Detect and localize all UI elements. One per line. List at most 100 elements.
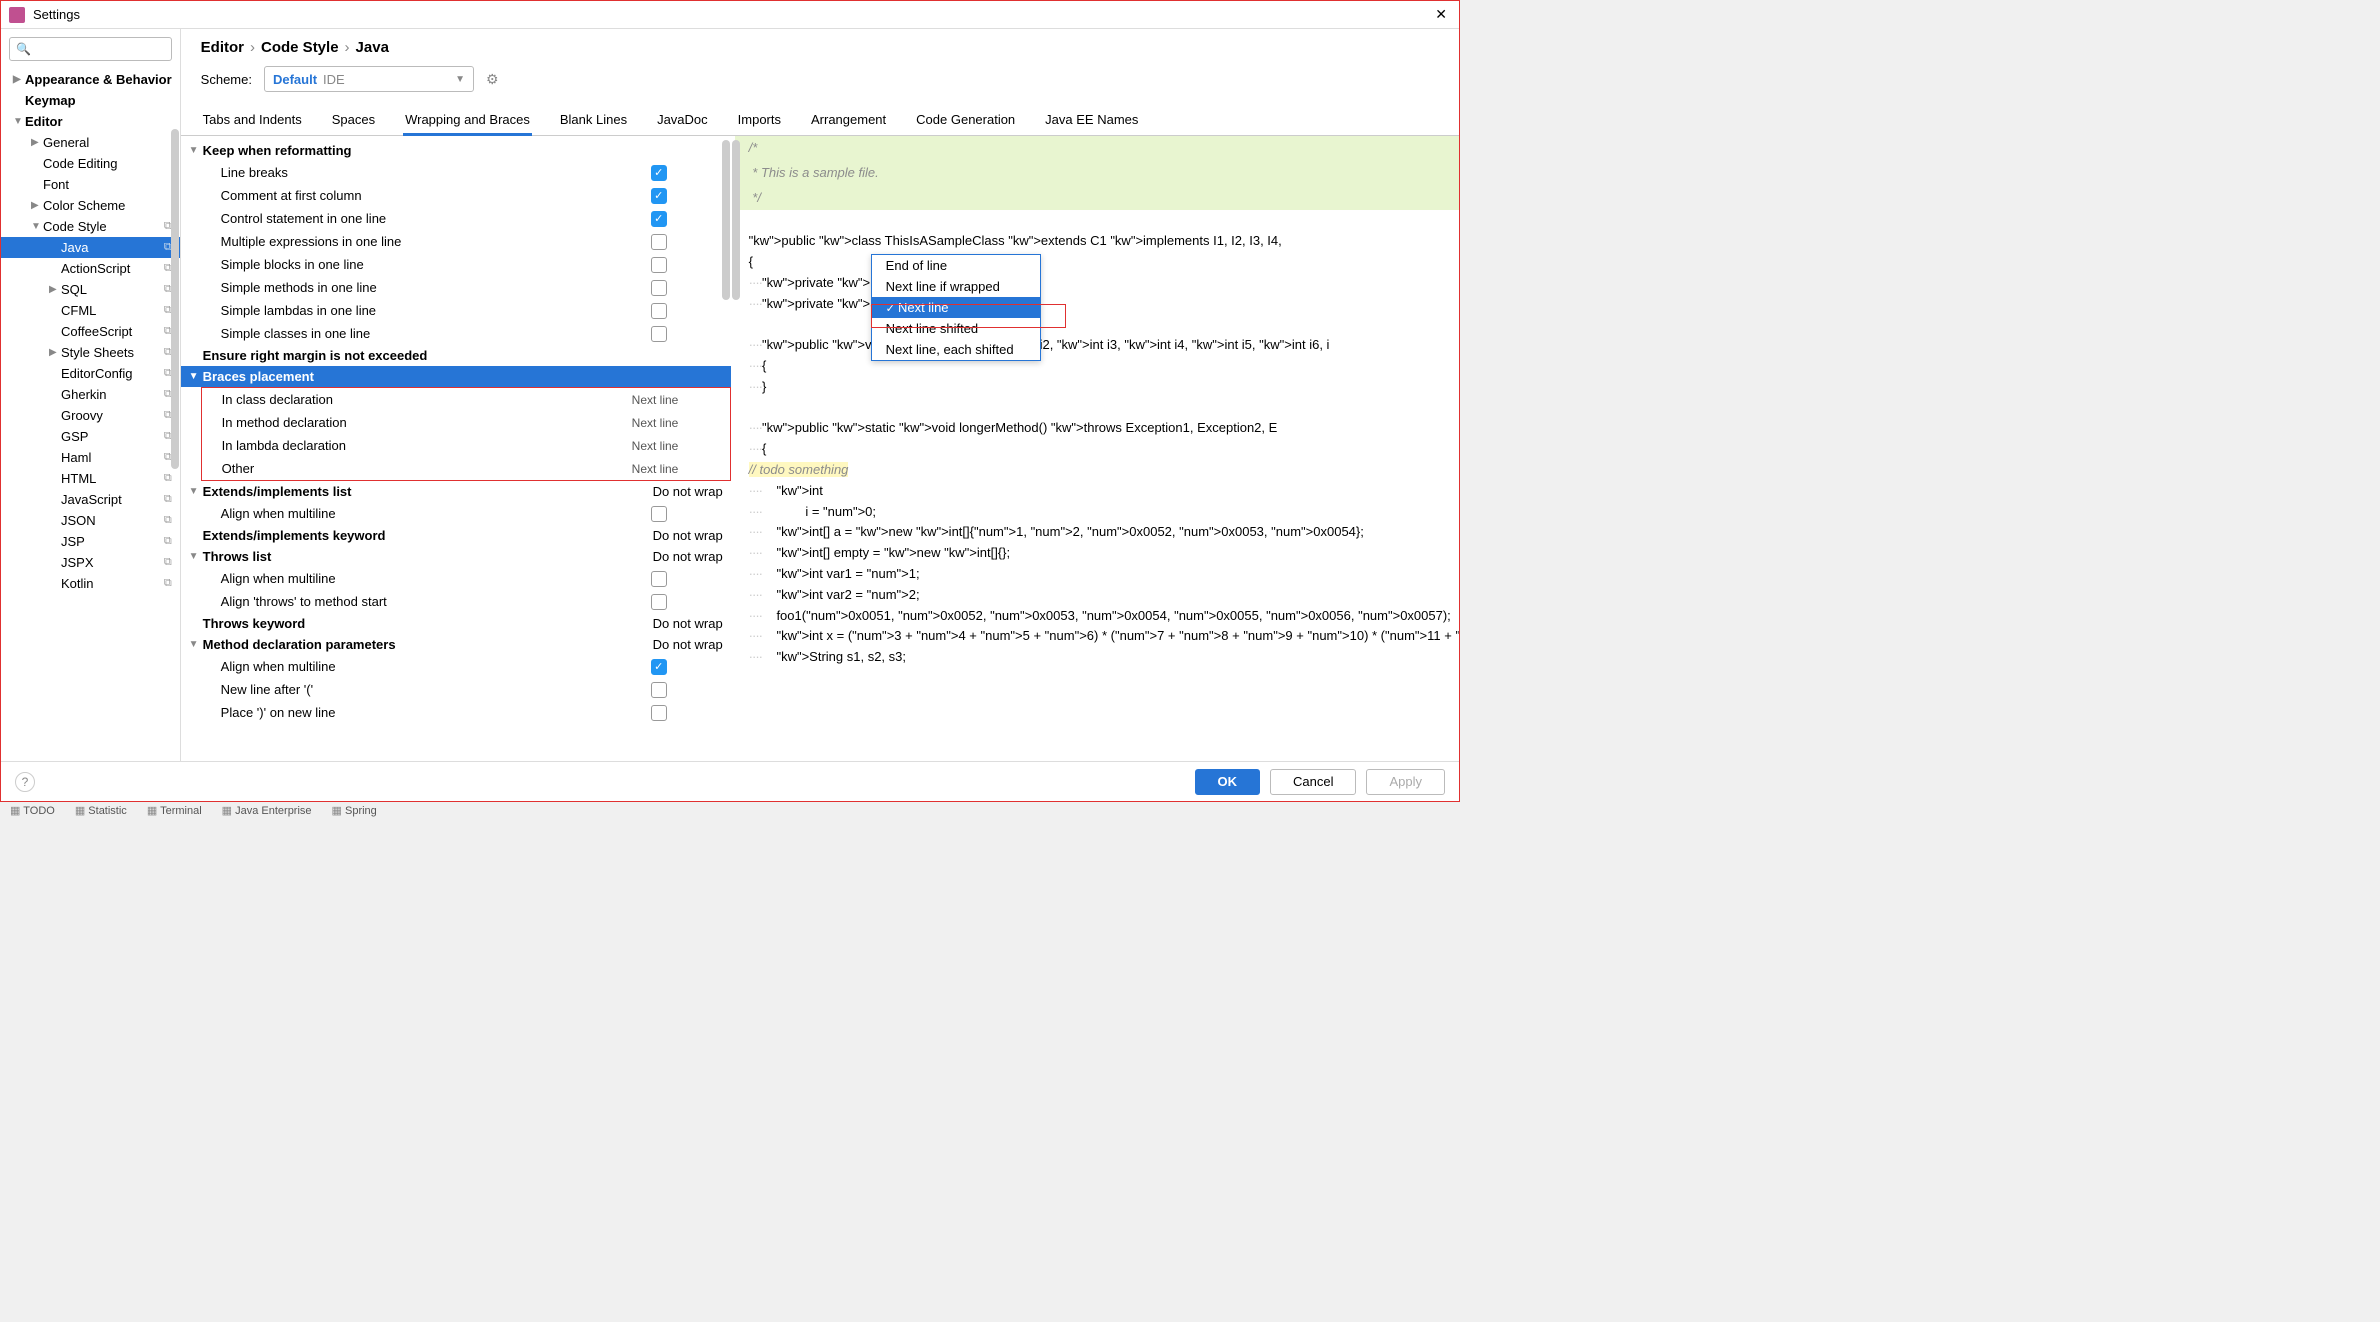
- apply-button[interactable]: Apply: [1366, 769, 1445, 795]
- toolwindow-button[interactable]: TODO: [10, 804, 55, 817]
- checkbox[interactable]: [651, 682, 667, 698]
- gear-icon[interactable]: ⚙: [486, 71, 499, 88]
- search-input[interactable]: 🔍: [9, 37, 172, 61]
- checkbox[interactable]: [651, 303, 667, 319]
- option-header[interactable]: ▼Braces placement: [181, 366, 731, 387]
- option-header[interactable]: Ensure right margin is not exceeded: [181, 345, 731, 366]
- option-checkbox-row[interactable]: Align when multiline: [181, 567, 731, 590]
- checkbox[interactable]: [651, 280, 667, 296]
- option-checkbox-row[interactable]: Simple blocks in one line: [181, 253, 731, 276]
- sidebar-item[interactable]: Java⧉: [1, 237, 180, 258]
- option-checkbox-row[interactable]: Comment at first column✓: [181, 184, 731, 207]
- option-value-row[interactable]: In method declarationNext line: [202, 411, 730, 434]
- toolwindow-button[interactable]: Terminal: [147, 804, 202, 817]
- tab[interactable]: JavaDoc: [655, 106, 710, 135]
- sidebar-item[interactable]: Gherkin⧉: [1, 384, 180, 405]
- sidebar-item[interactable]: CFML⧉: [1, 300, 180, 321]
- checkbox[interactable]: [651, 594, 667, 610]
- scrollbar[interactable]: [732, 140, 740, 300]
- sidebar-item[interactable]: CoffeeScript⧉: [1, 321, 180, 342]
- option-header[interactable]: Extends/implements keywordDo not wrap: [181, 525, 731, 546]
- checkbox[interactable]: [651, 326, 667, 342]
- checkbox[interactable]: ✓: [651, 659, 667, 675]
- help-icon[interactable]: ?: [15, 772, 35, 792]
- sidebar-item[interactable]: Font: [1, 174, 180, 195]
- sidebar-item[interactable]: Keymap: [1, 90, 180, 111]
- sidebar-item[interactable]: ActionScript⧉: [1, 258, 180, 279]
- options-panel[interactable]: ▼Keep when reformattingLine breaks✓Comme…: [181, 136, 731, 761]
- checkbox[interactable]: [651, 705, 667, 721]
- option-header[interactable]: ▼Method declaration parametersDo not wra…: [181, 634, 731, 655]
- cancel-button[interactable]: Cancel: [1270, 769, 1356, 795]
- option-header[interactable]: Throws keywordDo not wrap: [181, 613, 731, 634]
- sidebar-item[interactable]: JSP⧉: [1, 531, 180, 552]
- sidebar-item[interactable]: JSPX⧉: [1, 552, 180, 573]
- toolwindow-button[interactable]: Spring: [332, 804, 377, 817]
- scheme-select[interactable]: Default IDE ▼: [264, 66, 474, 92]
- settings-tree[interactable]: ▶Appearance & BehaviorKeymap▼Editor▶Gene…: [1, 69, 180, 761]
- tab[interactable]: Java EE Names: [1043, 106, 1140, 135]
- checkbox[interactable]: ✓: [651, 211, 667, 227]
- checkbox[interactable]: ✓: [651, 188, 667, 204]
- sidebar-item[interactable]: Kotlin⧉: [1, 573, 180, 594]
- popup-item[interactable]: End of line: [872, 255, 1040, 276]
- sidebar-item[interactable]: ▶Appearance & Behavior: [1, 69, 180, 90]
- code-line: ····"kw">private "kw">String field2 = ""…: [735, 294, 1460, 315]
- sidebar-item[interactable]: ▼Editor: [1, 111, 180, 132]
- sidebar-item[interactable]: JavaScript⧉: [1, 489, 180, 510]
- option-value-row[interactable]: In class declarationNext line: [202, 388, 730, 411]
- option-checkbox-row[interactable]: Simple classes in one line: [181, 322, 731, 345]
- tab[interactable]: Tabs and Indents: [201, 106, 304, 135]
- popup-item[interactable]: Next line, each shifted: [872, 339, 1040, 360]
- tab[interactable]: Wrapping and Braces: [403, 106, 532, 135]
- tab[interactable]: Arrangement: [809, 106, 888, 135]
- tab[interactable]: Spaces: [330, 106, 377, 135]
- ok-button[interactable]: OK: [1195, 769, 1261, 795]
- toolwindow-button[interactable]: Java Enterprise: [222, 804, 312, 817]
- checkbox[interactable]: ✓: [651, 165, 667, 181]
- option-checkbox-row[interactable]: Multiple expressions in one line: [181, 230, 731, 253]
- scrollbar[interactable]: [171, 129, 179, 469]
- scrollbar[interactable]: [722, 140, 730, 300]
- tab[interactable]: Imports: [736, 106, 783, 135]
- sidebar-item[interactable]: ▶Color Scheme: [1, 195, 180, 216]
- option-value-row[interactable]: In lambda declarationNext line: [202, 434, 730, 457]
- popup-item[interactable]: Next line shifted: [872, 318, 1040, 339]
- checkbox[interactable]: [651, 234, 667, 250]
- tab[interactable]: Code Generation: [914, 106, 1017, 135]
- checkbox[interactable]: [651, 506, 667, 522]
- sidebar-item[interactable]: ▼Code Style⧉: [1, 216, 180, 237]
- sidebar-item[interactable]: Groovy⧉: [1, 405, 180, 426]
- popup-item[interactable]: Next line: [872, 297, 1040, 318]
- tab[interactable]: Blank Lines: [558, 106, 629, 135]
- sidebar-item[interactable]: ▶General: [1, 132, 180, 153]
- sidebar-item[interactable]: ▶SQL⧉: [1, 279, 180, 300]
- option-header[interactable]: ▼Extends/implements listDo not wrap: [181, 481, 731, 502]
- sidebar-item[interactable]: GSP⧉: [1, 426, 180, 447]
- option-header[interactable]: ▼Keep when reformatting: [181, 140, 731, 161]
- toolwindow-button[interactable]: Statistic: [75, 804, 127, 817]
- option-checkbox-row[interactable]: Simple lambdas in one line: [181, 299, 731, 322]
- close-icon[interactable]: ✕: [1431, 6, 1451, 23]
- checkbox[interactable]: [651, 571, 667, 587]
- braces-popup[interactable]: End of lineNext line if wrappedNext line…: [871, 254, 1041, 361]
- sidebar-item[interactable]: EditorConfig⧉: [1, 363, 180, 384]
- option-checkbox-row[interactable]: Simple methods in one line: [181, 276, 731, 299]
- popup-item[interactable]: Next line if wrapped: [872, 276, 1040, 297]
- sidebar-item[interactable]: HTML⧉: [1, 468, 180, 489]
- option-checkbox-row[interactable]: Align when multiline: [181, 502, 731, 525]
- option-value-row[interactable]: OtherNext line: [202, 457, 730, 480]
- sidebar-item[interactable]: Code Editing: [1, 153, 180, 174]
- checkbox[interactable]: [651, 257, 667, 273]
- sidebar-item[interactable]: JSON⧉: [1, 510, 180, 531]
- sidebar-item[interactable]: ▶Style Sheets⧉: [1, 342, 180, 363]
- code-line: ····"kw">public "kw">void foo1("kw">int …: [735, 335, 1460, 356]
- sidebar-item[interactable]: Haml⧉: [1, 447, 180, 468]
- option-header[interactable]: ▼Throws listDo not wrap: [181, 546, 731, 567]
- option-checkbox-row[interactable]: Place ')' on new line: [181, 701, 731, 724]
- option-checkbox-row[interactable]: Control statement in one line✓: [181, 207, 731, 230]
- option-checkbox-row[interactable]: Align when multiline✓: [181, 655, 731, 678]
- option-checkbox-row[interactable]: Align 'throws' to method start: [181, 590, 731, 613]
- option-checkbox-row[interactable]: New line after '(': [181, 678, 731, 701]
- option-checkbox-row[interactable]: Line breaks✓: [181, 161, 731, 184]
